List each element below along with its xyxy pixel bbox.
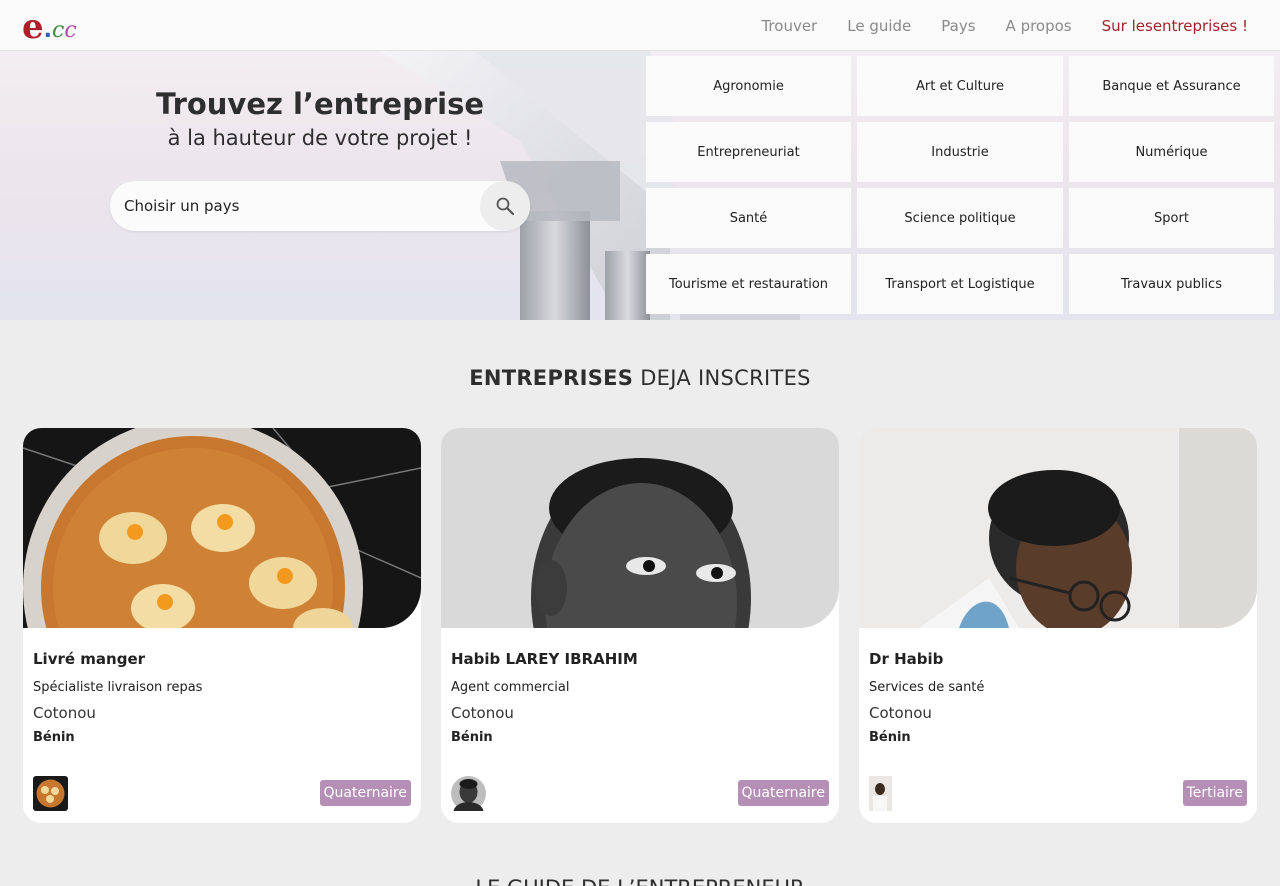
company-card[interactable]: Livré manger Spécialiste livraison repas… — [23, 428, 421, 823]
country-search-input[interactable] — [124, 181, 474, 231]
nav-link-pays[interactable]: Pays — [941, 17, 975, 35]
category-entrepreneuriat[interactable]: Entrepreneuriat — [646, 122, 851, 182]
company-role: Agent commercial — [451, 680, 570, 695]
category-grid: Agronomie Art et Culture Banque et Assur… — [646, 56, 1274, 314]
company-role: Spécialiste livraison repas — [33, 680, 203, 695]
search-icon — [496, 197, 515, 216]
logo-dot: . — [43, 18, 52, 43]
company-country: Bénin — [869, 730, 911, 745]
sector-badge[interactable]: Quaternaire — [737, 780, 829, 806]
top-navbar: e . c c Trouver Le guide Pays A propos S… — [0, 0, 1280, 51]
company-avatar — [33, 776, 68, 811]
company-avatar — [451, 776, 486, 811]
category-transport-logistique[interactable]: Transport et Logistique — [857, 254, 1063, 314]
nav-links: Trouver Le guide Pays A propos Sur lesen… — [731, 0, 1248, 51]
company-card-image — [859, 428, 1257, 628]
sector-badge[interactable]: Tertiaire — [1182, 780, 1247, 806]
hero-title: Trouvez l’entreprise — [155, 87, 485, 121]
company-city: Cotonou — [869, 704, 932, 722]
category-science-politique[interactable]: Science politique — [857, 188, 1063, 248]
company-name: Livré manger — [33, 650, 146, 668]
section-title: ENTREPRISES DEJA INSCRITES — [0, 366, 1280, 390]
hero-heading: Trouvez l’entreprise à la hauteur de vot… — [110, 86, 530, 154]
section-title-bold: ENTREPRISES — [469, 366, 634, 390]
nav-link-guide[interactable]: Le guide — [847, 17, 911, 35]
company-card[interactable]: Habib LAREY IBRAHIM Agent commercial Cot… — [441, 428, 839, 823]
category-art-culture[interactable]: Art et Culture — [857, 56, 1063, 116]
category-travaux-publics[interactable]: Travaux publics — [1069, 254, 1274, 314]
company-country: Bénin — [33, 730, 75, 745]
company-role: Services de santé — [869, 680, 985, 695]
nav-link-apropos[interactable]: A propos — [1006, 17, 1072, 35]
nav-link-entreprises[interactable]: Sur lesentreprises ! — [1102, 17, 1248, 35]
section-title-rest: DEJA INSCRITES — [633, 366, 811, 390]
company-avatar — [869, 776, 892, 811]
nav-link-trouver[interactable]: Trouver — [761, 17, 817, 35]
company-name: Dr Habib — [869, 650, 944, 668]
company-card-image — [23, 428, 421, 628]
logo-letter-e: e — [22, 7, 44, 47]
site-logo[interactable]: e . c c — [22, 4, 77, 44]
logo-letter-c1: c — [52, 18, 65, 43]
category-banque-assurance[interactable]: Banque et Assurance — [1069, 56, 1274, 116]
search-button[interactable] — [480, 181, 530, 231]
hero-subtitle: à la hauteur de votre projet ! — [167, 126, 473, 150]
category-numerique[interactable]: Numérique — [1069, 122, 1274, 182]
company-card-image — [441, 428, 839, 628]
company-city: Cotonou — [33, 704, 96, 722]
sector-badge[interactable]: Quaternaire — [319, 780, 411, 806]
next-section-title: LE GUIDE DE L’ENTREPRENEUR — [0, 876, 1280, 886]
category-industrie[interactable]: Industrie — [857, 122, 1063, 182]
category-sport[interactable]: Sport — [1069, 188, 1274, 248]
company-country: Bénin — [451, 730, 493, 745]
category-sante[interactable]: Santé — [646, 188, 851, 248]
company-card[interactable]: Dr Habib Services de santé Cotonou Bénin… — [859, 428, 1257, 823]
hero-banner: Trouvez l’entreprise à la hauteur de vot… — [0, 51, 1280, 320]
category-tourisme-restauration[interactable]: Tourisme et restauration — [646, 254, 851, 314]
company-city: Cotonou — [451, 704, 514, 722]
logo-letter-c2: c — [64, 18, 77, 43]
country-search — [110, 181, 530, 231]
company-name: Habib LAREY IBRAHIM — [451, 650, 638, 668]
category-agronomie[interactable]: Agronomie — [646, 56, 851, 116]
